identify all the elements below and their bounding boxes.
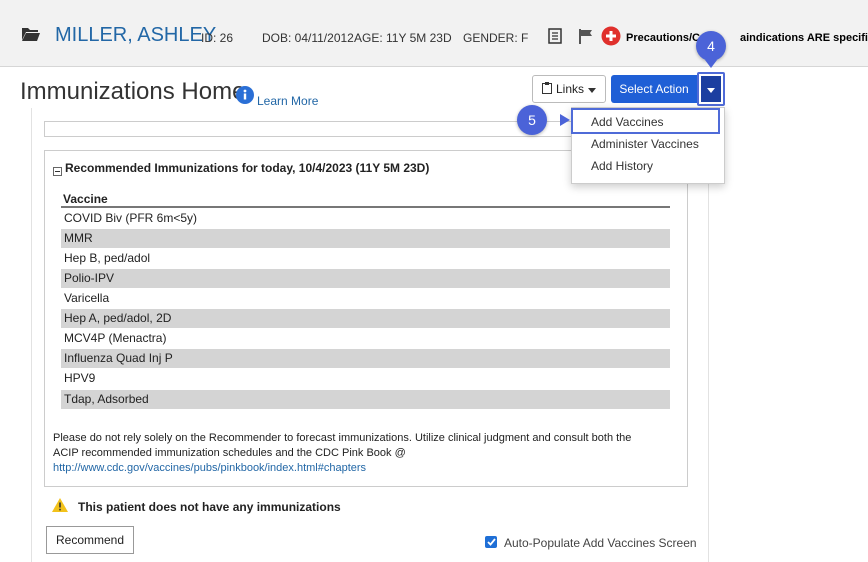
menu-item-administer-vaccines[interactable]: Administer Vaccines	[572, 134, 724, 154]
links-label: Links	[555, 82, 584, 96]
patient-dob: DOB: 04/11/2012	[262, 31, 354, 45]
disclaimer-line-1: Please do not rely solely on the Recomme…	[53, 432, 632, 444]
step-badge-4-pointer	[705, 60, 717, 68]
recommender-disclaimer: Please do not rely solely on the Recomme…	[53, 431, 683, 476]
clipboard-icon	[541, 81, 552, 97]
table-row: Tdap, Adsorbed	[61, 390, 670, 409]
cdc-pinkbook-link[interactable]: http://www.cdc.gov/vaccines/pubs/pinkboo…	[53, 462, 366, 474]
learn-more-link[interactable]: Learn More	[257, 94, 318, 108]
info-icon[interactable]	[236, 86, 254, 109]
step-badge-4: 4	[696, 31, 726, 61]
check-icon	[486, 533, 496, 551]
recommend-button[interactable]: Recommend	[46, 526, 134, 554]
precautions-text-right[interactable]: aindications ARE specifiec	[740, 32, 868, 44]
disclaimer-line-2: ACIP recommended immunization schedules …	[53, 447, 406, 459]
document-icon[interactable]	[548, 28, 562, 49]
chevron-down-icon	[588, 82, 596, 96]
no-immunizations-warning: This patient does not have any immunizat…	[78, 500, 341, 514]
panel-left-border	[31, 108, 32, 562]
table-row: HPV9	[64, 371, 96, 385]
warning-icon	[52, 498, 68, 517]
table-row: Polio-IPV	[61, 269, 670, 288]
collapse-minus-icon[interactable]	[53, 163, 62, 181]
step-badge-5: 5	[517, 105, 547, 135]
patient-age: AGE: 11Y 5M 23D	[354, 31, 452, 45]
patient-gender: GENDER: F	[463, 31, 529, 45]
select-action-dropdown-toggle[interactable]	[701, 76, 721, 102]
table-row: Hep A, ped/adol, 2D	[61, 309, 670, 328]
table-row: Hep B, ped/adol	[64, 251, 151, 265]
auto-populate-checkbox[interactable]	[485, 536, 497, 548]
table-row: MMR	[61, 229, 670, 248]
step-badge-5-pointer	[560, 114, 570, 126]
patient-header: MILLER, ASHLEY ID: 26 DOB: 04/11/2012 AG…	[0, 0, 868, 67]
patient-name[interactable]: MILLER, ASHLEY	[55, 24, 216, 47]
menu-item-add-history[interactable]: Add History	[572, 156, 724, 176]
header-divider	[61, 206, 670, 208]
select-action-button[interactable]: Select Action	[611, 75, 697, 103]
links-button[interactable]: Links	[532, 75, 606, 103]
flag-icon[interactable]	[578, 28, 594, 49]
table-row: Influenza Quad Inj P	[61, 349, 670, 368]
alert-plus-icon[interactable]	[601, 26, 621, 51]
recommended-title[interactable]: Recommended Immunizations for today, 10/…	[65, 161, 429, 175]
table-row: COVID Biv (PFR 6m<5y)	[64, 211, 198, 225]
page-title: Immunizations Home	[20, 78, 246, 105]
patient-id: ID: 26	[201, 31, 234, 45]
table-row: MCV4P (Menactra)	[64, 331, 167, 345]
table-row: Varicella	[64, 291, 110, 305]
add-vaccines-highlight	[571, 108, 720, 134]
precautions-text-left[interactable]: Precautions/C	[626, 32, 700, 44]
vaccine-column-header: Vaccine	[63, 192, 108, 206]
folder-icon[interactable]	[22, 27, 40, 46]
dropdown-toggle-highlight	[697, 72, 725, 106]
caret-down-icon	[707, 80, 715, 98]
auto-populate-label[interactable]: Auto-Populate Add Vaccines Screen	[504, 536, 697, 550]
